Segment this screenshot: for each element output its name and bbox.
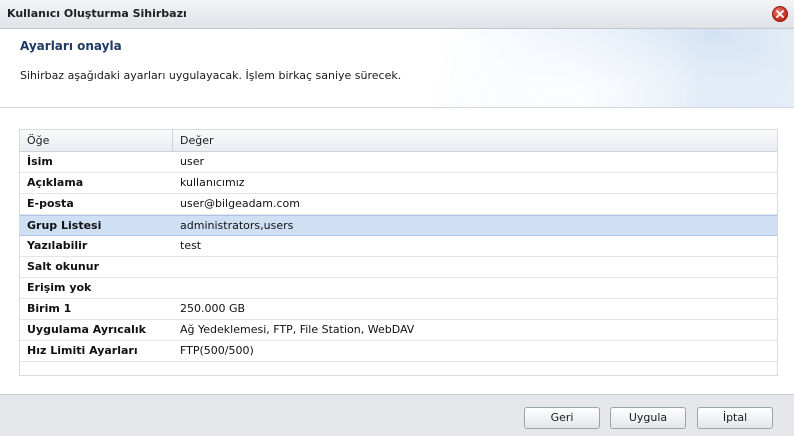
row-key: Açıklama <box>27 176 84 189</box>
step-description: Sihirbaz aşağıdaki ayarları uygulayacak.… <box>20 69 402 82</box>
close-icon <box>776 10 784 18</box>
column-header-value[interactable]: Değer <box>173 130 777 151</box>
row-value: Ağ Yedeklemesi, FTP, File Station, WebDA… <box>180 323 415 336</box>
window-titlebar: Kullanıcı Oluşturma Sihirbazı <box>0 0 794 29</box>
row-value <box>173 257 777 277</box>
row-value: test <box>180 239 202 252</box>
table-row[interactable]: İsim user <box>20 152 777 173</box>
row-key: İsim <box>27 155 53 168</box>
table-row[interactable]: Açıklama kullanıcımız <box>20 173 777 194</box>
row-key: E-posta <box>27 197 74 210</box>
row-value: FTP(500/500) <box>180 344 254 357</box>
row-value: administrators,users <box>180 219 294 232</box>
row-value: user@bilgeadam.com <box>180 197 301 210</box>
row-key: Yazılabilir <box>27 239 88 252</box>
header-decoration <box>454 29 794 107</box>
settings-table[interactable]: Öğe Değer İsim user Açıklama kullanıcımız E-… <box>19 129 778 376</box>
table-row[interactable]: Salt okunur <box>20 257 777 278</box>
table-row[interactable]: Yazılabilir test <box>20 236 777 257</box>
row-key: Uygulama Ayrıcalık <box>27 323 147 336</box>
cancel-button[interactable]: İptal <box>697 407 773 429</box>
row-key: Hız Limiti Ayarları <box>27 344 138 357</box>
table-row[interactable]: Grup Listesi administrators,users <box>20 215 777 236</box>
table-row[interactable]: Erişim yok <box>20 278 777 299</box>
column-header-item[interactable]: Öğe <box>20 130 173 151</box>
wizard-footer: Geri Uygula İptal <box>0 394 794 436</box>
wizard-header: Ayarları onayla Sihirbaz aşağıdaki ayarl… <box>0 29 794 108</box>
window-title: Kullanıcı Oluşturma Sihirbazı <box>7 7 187 20</box>
table-row[interactable]: Hız Limiti Ayarları FTP(500/500) <box>20 341 777 362</box>
close-button[interactable] <box>772 6 788 22</box>
table-body: İsim user Açıklama kullanıcımız E-posta user@… <box>20 152 777 362</box>
back-button[interactable]: Geri <box>524 407 600 429</box>
apply-button[interactable]: Uygula <box>610 407 686 429</box>
table-row[interactable]: Uygulama Ayrıcalık Ağ Yedeklemesi, FTP, F… <box>20 320 777 341</box>
row-value <box>173 278 777 298</box>
table-header: Öğe Değer <box>20 130 777 152</box>
row-value: kullanıcımız <box>180 176 245 189</box>
row-value: 250.000 GB <box>180 302 246 315</box>
step-title: Ayarları onayla <box>20 39 122 53</box>
row-key: Grup Listesi <box>27 219 102 232</box>
row-key: Erişim yok <box>27 281 92 294</box>
row-value: user <box>180 155 204 168</box>
row-key: Salt okunur <box>27 260 99 273</box>
table-row[interactable]: Birim 1 250.000 GB <box>20 299 777 320</box>
table-row[interactable]: E-posta user@bilgeadam.com <box>20 194 777 215</box>
row-key: Birim 1 <box>27 302 72 315</box>
